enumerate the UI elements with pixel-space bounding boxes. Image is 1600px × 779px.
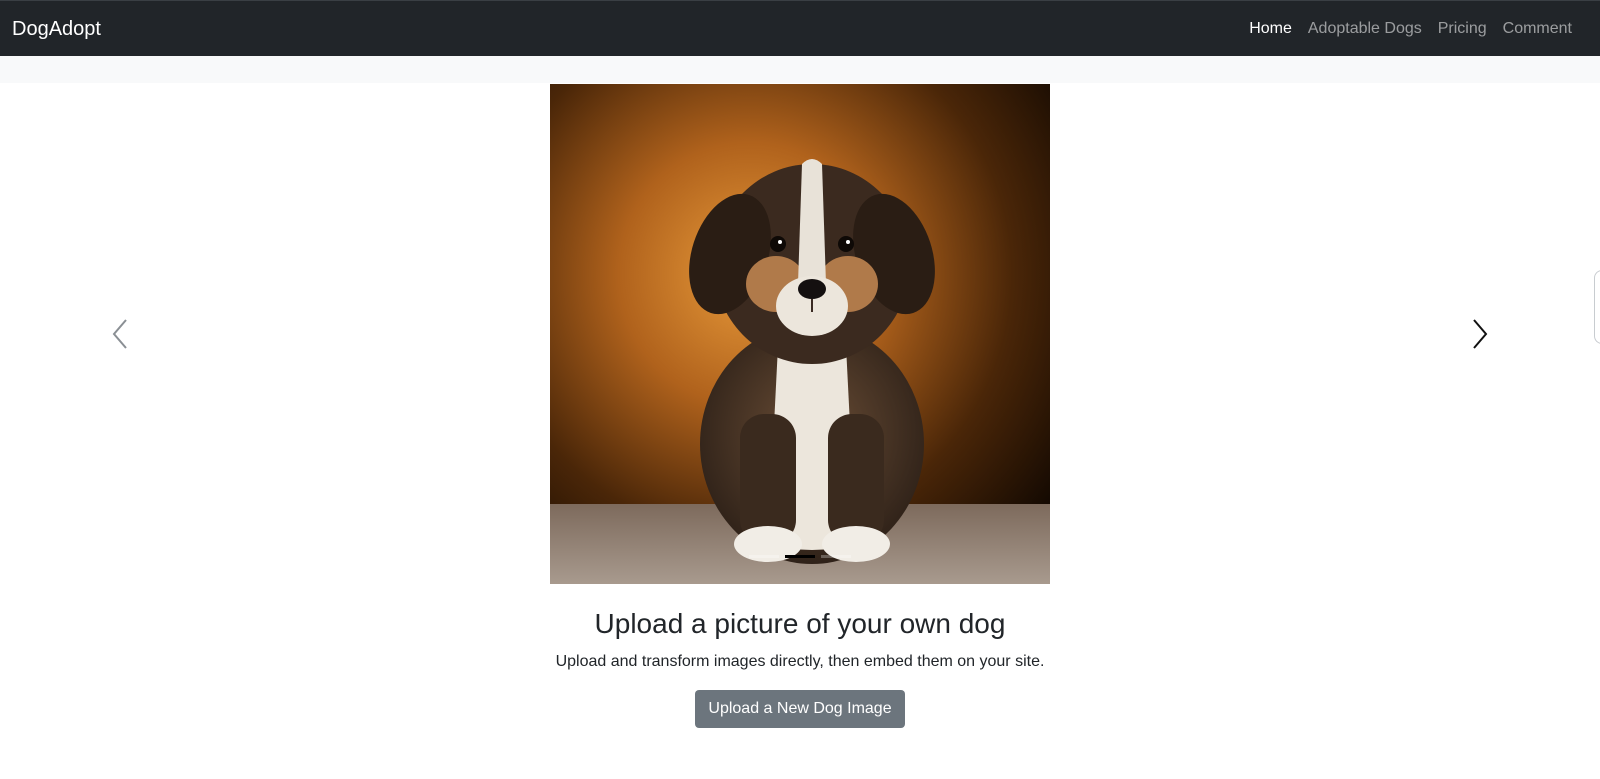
side-edge-tab[interactable]: [1594, 270, 1600, 344]
chevron-left-icon: [112, 319, 127, 349]
nav-link-home[interactable]: Home: [1241, 1, 1300, 57]
puppy-photo: [550, 84, 1050, 584]
carousel-indicator-3[interactable]: [821, 555, 851, 558]
carousel-indicator-1[interactable]: [749, 555, 779, 558]
carousel-indicators: [550, 555, 1050, 558]
brand-link[interactable]: DogAdopt: [12, 17, 101, 41]
upload-new-dog-image-button[interactable]: Upload a New Dog Image: [695, 690, 905, 728]
top-navbar: DogAdopt Home Adoptable Dogs Pricing Com…: [0, 0, 1600, 56]
nav-link-adoptable-dogs[interactable]: Adoptable Dogs: [1300, 1, 1430, 57]
caption-title: Upload a picture of your own dog: [594, 608, 1006, 639]
carousel-slide-image: [550, 84, 1050, 584]
nav-link-pricing[interactable]: Pricing: [1430, 1, 1495, 57]
caption-text: Upload and transform images directly, th…: [555, 653, 1045, 670]
chevron-right-icon: [1473, 319, 1488, 349]
carousel-prev-button[interactable]: [108, 316, 132, 352]
carousel-next-button[interactable]: [1468, 316, 1492, 352]
nav-link-comment[interactable]: Comment: [1495, 1, 1580, 57]
carousel-indicator-2[interactable]: [785, 555, 815, 558]
nav-links: Home Adoptable Dogs Pricing Comment: [1241, 1, 1580, 57]
sub-header-bar: [0, 56, 1600, 83]
